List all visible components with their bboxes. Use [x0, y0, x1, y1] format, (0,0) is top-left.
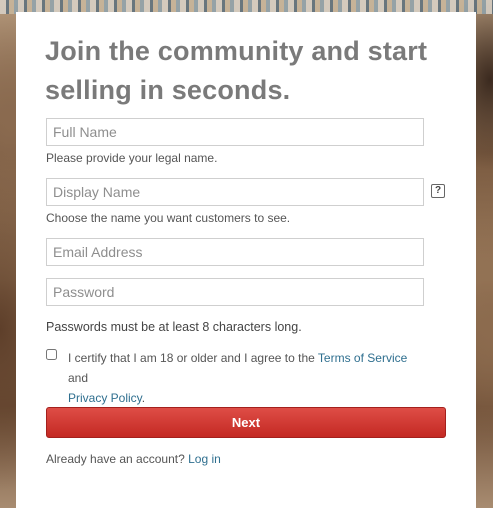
login-prompt-text: Already have an account?: [46, 452, 189, 466]
certify-text-middle: and: [68, 371, 89, 385]
signup-card: Join the community and start selling in …: [16, 12, 476, 508]
certify-text-after: .: [141, 391, 146, 405]
certify-checkbox[interactable]: [46, 349, 57, 360]
display-name-input[interactable]: [46, 178, 424, 206]
email-input[interactable]: [46, 238, 424, 266]
question-mark-icon[interactable]: ?: [431, 184, 445, 198]
page-title: Join the community and start selling in …: [45, 36, 428, 105]
next-button[interactable]: Next: [46, 407, 446, 438]
full-name-hint: Please provide your legal name.: [46, 151, 218, 165]
certify-text-before: I certify that I am 18 or older and I ag…: [68, 351, 318, 365]
login-prompt: Already have an account? Log in: [46, 452, 221, 466]
password-requirement-note: Passwords must be at least 8 characters …: [46, 320, 302, 334]
password-input[interactable]: [46, 278, 424, 306]
terms-of-service-link[interactable]: Terms of Service: [318, 351, 407, 365]
certify-text: I certify that I am 18 or older and I ag…: [68, 348, 413, 408]
display-name-hint: Choose the name you want customers to se…: [46, 211, 291, 225]
log-in-link[interactable]: Log in: [188, 452, 221, 466]
full-name-input[interactable]: [46, 118, 424, 146]
privacy-policy-link[interactable]: Privacy Policy: [68, 391, 142, 405]
